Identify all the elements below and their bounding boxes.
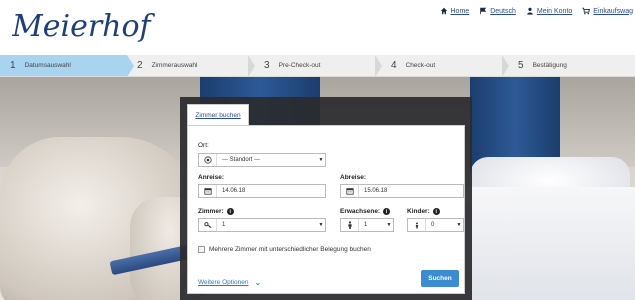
rooms-label: Zimmer: [198, 208, 224, 215]
info-icon[interactable]: i [383, 208, 391, 215]
key-icon [199, 219, 217, 231]
departure-date-field[interactable]: 15.06.18 [340, 184, 464, 198]
booking-form: Ort: --- Standort --- ▼ Anreise: 14.06.1… [187, 125, 465, 294]
account-label: Mein Konto [536, 7, 573, 15]
departure-label: Abreise: [340, 174, 367, 181]
children-select[interactable]: 0 ▼ [407, 218, 464, 232]
rooms-label-group: Zimmer: i [198, 208, 234, 215]
child-icon [408, 219, 426, 231]
step-label: Bestätigung [532, 62, 567, 69]
meierhof-logo[interactable]: Meierhof [12, 6, 162, 46]
location-label: Ort: [198, 142, 209, 149]
rooms-value: 1 [222, 222, 226, 228]
header: Meierhof Home Deutsch Mein Konto Einkauf… [0, 0, 635, 54]
step-label: Check-out [405, 62, 436, 69]
language-label: Deutsch [490, 7, 516, 15]
user-icon [527, 7, 533, 15]
chevron-down-icon: ⌄ [254, 278, 262, 287]
chevron-down-icon: ▼ [318, 157, 324, 163]
flag-icon [480, 7, 487, 15]
adults-label: Erwachsene: [340, 208, 381, 215]
cart-link[interactable]: Einkaufswag [582, 7, 633, 15]
info-icon[interactable]: i [432, 208, 440, 215]
step-zimmerauswahl[interactable]: 2 Zimmerauswahl [127, 55, 255, 77]
calendar-icon [199, 185, 217, 197]
chevron-down-icon: ▼ [456, 222, 462, 228]
step-number: 2 [137, 60, 143, 71]
step-label: Zimmerauswahl [151, 62, 198, 69]
calendar-icon [341, 185, 359, 197]
step-number: 5 [518, 60, 524, 71]
top-navigation: Home Deutsch Mein Konto Einkaufswag [440, 7, 633, 15]
multi-room-label: Mehrere Zimmer mit unterschiedlicher Bel… [209, 246, 371, 253]
location-select[interactable]: --- Standort --- ▼ [198, 153, 326, 167]
step-number: 1 [10, 60, 16, 71]
multi-room-checkbox-row[interactable]: Mehrere Zimmer mit unterschiedlicher Bel… [198, 246, 371, 253]
step-number: 3 [264, 60, 270, 71]
chevron-down-icon: ▼ [386, 222, 392, 228]
booking-panel: Zimmer buchen Ort: --- Standort --- ▼ An… [180, 97, 472, 300]
booking-steps: 1 Datumsauswahl 2 Zimmerauswahl 3 Pre-Ch… [0, 55, 635, 77]
home-icon [440, 7, 447, 15]
adults-value: 1 [364, 222, 368, 228]
adult-icon [341, 219, 359, 231]
children-label-group: Kinder: i [407, 208, 440, 215]
cart-icon [582, 7, 591, 15]
language-link[interactable]: Deutsch [479, 7, 516, 15]
info-icon[interactable]: i [226, 208, 234, 215]
tab-label: Zimmer buchen [195, 111, 241, 119]
children-value: 0 [431, 222, 435, 228]
step-datumsauswahl[interactable]: 1 Datumsauswahl [0, 55, 134, 77]
account-link[interactable]: Mein Konto [526, 7, 572, 15]
home-label: Home [450, 7, 470, 15]
step-label: Datumsauswahl [24, 62, 71, 69]
more-options-label: Weitere Optionen [198, 279, 249, 286]
tab-zimmer-buchen[interactable]: Zimmer buchen [187, 104, 249, 125]
target-icon [199, 154, 217, 166]
step-bestaetigung[interactable]: 5 Bestätigung [508, 55, 635, 76]
arrival-date-field[interactable]: 14.06.18 [198, 184, 326, 198]
home-link[interactable]: Home [440, 7, 470, 15]
logo-text: Meierhof [12, 9, 156, 44]
more-options-link[interactable]: Weitere Optionen ⌄ [198, 278, 261, 287]
children-label: Kinder: [407, 208, 430, 215]
step-check-out[interactable]: 4 Check-out [381, 55, 509, 77]
cart-label: Einkaufswag [593, 7, 633, 15]
arrival-value: 14.06.18 [222, 188, 246, 194]
chevron-down-icon: ▼ [318, 222, 324, 228]
adults-label-group: Erwachsene: i [340, 208, 391, 215]
step-number: 4 [391, 60, 397, 71]
location-value: --- Standort --- [222, 157, 261, 163]
step-label: Pre-Check-out [278, 62, 321, 69]
search-button[interactable]: Suchen [421, 270, 459, 287]
adults-select[interactable]: 1 ▼ [340, 218, 394, 232]
departure-value: 15.06.18 [364, 188, 388, 194]
rooms-select[interactable]: 1 ▼ [198, 218, 326, 232]
arrival-label: Anreise: [198, 174, 225, 181]
multi-room-checkbox[interactable] [198, 246, 205, 253]
step-pre-check-out[interactable]: 3 Pre-Check-out [254, 55, 382, 77]
